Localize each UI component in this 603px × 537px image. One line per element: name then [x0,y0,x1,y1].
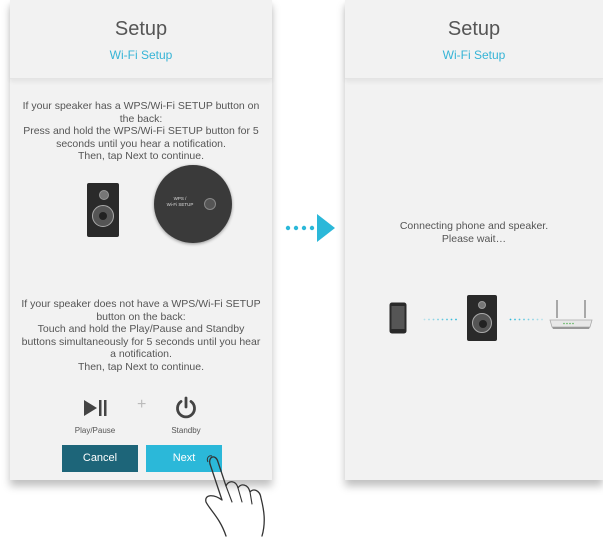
setup-screen-wps: Setup Wi-Fi Setup If your speaker has a … [10,0,272,480]
connecting-status-text: Connecting phone and speaker. Please wai… [399,220,549,245]
arrow-right-icon [285,214,335,242]
page-title: Setup [114,18,168,40]
hand-tap-icon [205,455,265,537]
connection-dots-left [423,318,457,321]
speaker-icon [87,183,119,237]
page-subtitle: Wi-Fi Setup [442,48,506,62]
wps-button-label: WPS / Wi-Fi SETUP [166,196,194,207]
cancel-button[interactable]: Cancel [62,445,138,472]
standby-icon [176,396,196,419]
page-title: Setup [447,18,501,40]
router-icon [549,300,593,329]
no-wps-instruction-text: If your speaker does not have a WPS/Wi-F… [21,298,261,373]
phone-icon [389,302,407,334]
play-pause-icon [84,400,107,416]
wps-button-icon [204,198,216,210]
play-pause-label: Play/Pause [74,426,116,435]
wps-instruction-text: If your speaker has a WPS/Wi-Fi SETUP bu… [22,100,260,162]
connection-dots-right [509,318,543,321]
wps-button-illustration: WPS / Wi-Fi SETUP [154,165,232,243]
page-subtitle: Wi-Fi Setup [109,48,173,62]
plus-icon: + [137,396,147,413]
screen-header: Setup Wi-Fi Setup [10,0,272,79]
setup-screen-connecting: Setup Wi-Fi Setup Connecting phone and s… [345,0,603,480]
screen-header: Setup Wi-Fi Setup [345,0,603,79]
speaker-icon [467,295,497,341]
standby-label: Standby [171,426,201,435]
